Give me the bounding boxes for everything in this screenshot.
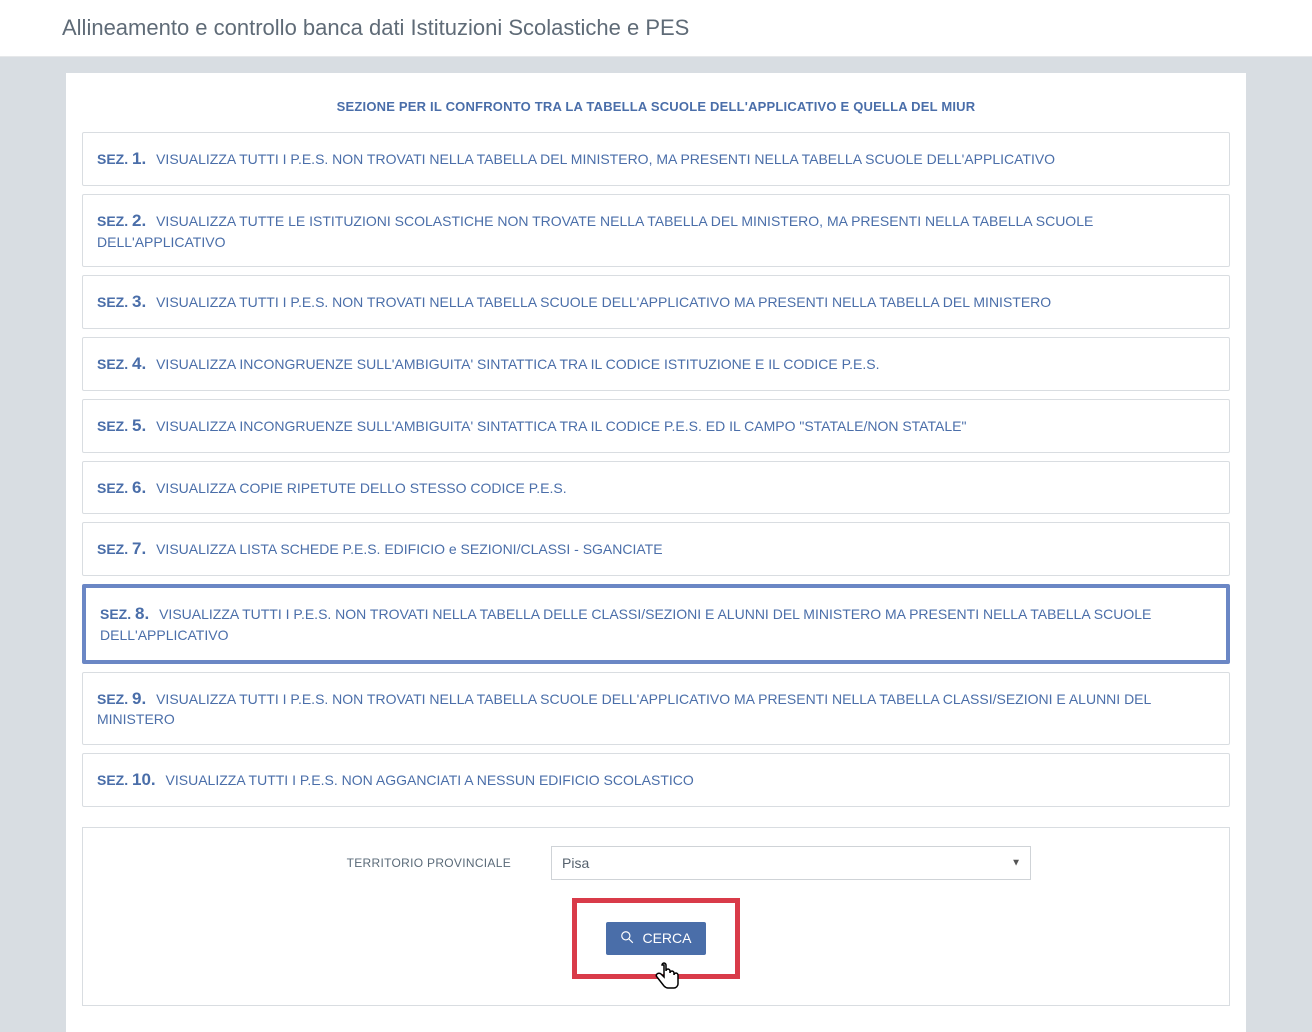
section-prefix: SEZ. 8. [100,606,149,622]
section-number: 9. [132,689,146,708]
section-prefix: SEZ. 6. [97,480,146,496]
search-button-label: CERCA [642,930,691,946]
section-description: VISUALIZZA TUTTI I P.E.S. NON AGGANCIATI… [162,772,694,788]
section-description: VISUALIZZA COPIE RIPETUTE DELLO STESSO C… [152,480,566,496]
section-number: 3. [132,292,146,311]
section-number: 6. [132,478,146,497]
section-prefix-text: SEZ. [97,418,132,434]
section-item-3[interactable]: SEZ. 3. VISUALIZZA TUTTI I P.E.S. NON TR… [82,275,1230,329]
section-item-7[interactable]: SEZ. 7. VISUALIZZA LISTA SCHEDE P.E.S. E… [82,522,1230,576]
section-prefix: SEZ. 10. [97,772,156,788]
province-select[interactable]: Pisa [551,846,1031,880]
section-number: 1. [132,149,146,168]
section-description: VISUALIZZA LISTA SCHEDE P.E.S. EDIFICIO … [152,541,662,557]
section-prefix-text: SEZ. [97,691,132,707]
section-item-8[interactable]: SEZ. 8. VISUALIZZA TUTTI I P.E.S. NON TR… [82,584,1230,663]
section-description: VISUALIZZA TUTTE LE ISTITUZIONI SCOLASTI… [97,213,1093,250]
section-item-5[interactable]: SEZ. 5. VISUALIZZA INCONGRUENZE SULL'AMB… [82,399,1230,453]
section-number: 5. [132,416,146,435]
province-select-wrap: Pisa ▼ [551,846,1031,880]
section-description: VISUALIZZA TUTTI I P.E.S. NON TROVATI NE… [97,691,1151,728]
section-item-10[interactable]: SEZ. 10. VISUALIZZA TUTTI I P.E.S. NON A… [82,753,1230,807]
section-number: 7. [132,539,146,558]
section-item-2[interactable]: SEZ. 2. VISUALIZZA TUTTE LE ISTITUZIONI … [82,194,1230,267]
section-prefix-text: SEZ. [97,294,132,310]
section-description: VISUALIZZA INCONGRUENZE SULL'AMBIGUITA' … [152,356,879,372]
search-button[interactable]: CERCA [606,922,705,955]
search-button-wrap: CERCA [103,898,1209,979]
section-item-1[interactable]: SEZ. 1. VISUALIZZA TUTTI I P.E.S. NON TR… [82,132,1230,186]
section-item-6[interactable]: SEZ. 6. VISUALIZZA COPIE RIPETUTE DELLO … [82,461,1230,515]
section-prefix: SEZ. 5. [97,418,146,434]
section-prefix: SEZ. 3. [97,294,146,310]
section-number: 4. [132,354,146,373]
section-prefix-text: SEZ. [97,772,132,788]
section-prefix-text: SEZ. [97,151,132,167]
section-prefix-text: SEZ. [97,541,132,557]
filter-panel: TERRITORIO PROVINCIALE Pisa ▼ CERCA [82,827,1230,1006]
section-prefix-text: SEZ. [97,213,132,229]
page-title: Allineamento e controllo banca dati Isti… [0,0,1312,57]
section-description: VISUALIZZA TUTTI I P.E.S. NON TROVATI NE… [152,294,1051,310]
filter-row: TERRITORIO PROVINCIALE Pisa ▼ [103,846,1209,880]
section-prefix-text: SEZ. [97,356,132,372]
main-card: SEZIONE PER IL CONFRONTO TRA LA TABELLA … [66,73,1246,1032]
section-prefix: SEZ. 1. [97,151,146,167]
search-highlight-box: CERCA [572,898,739,979]
section-number: 10. [132,770,156,789]
section-item-4[interactable]: SEZ. 4. VISUALIZZA INCONGRUENZE SULL'AMB… [82,337,1230,391]
section-item-9[interactable]: SEZ. 9. VISUALIZZA TUTTI I P.E.S. NON TR… [82,672,1230,745]
section-prefix-text: SEZ. [97,480,132,496]
section-description: VISUALIZZA TUTTI I P.E.S. NON TROVATI NE… [152,151,1055,167]
section-prefix: SEZ. 4. [97,356,146,372]
section-description: VISUALIZZA TUTTI I P.E.S. NON TROVATI NE… [100,606,1151,643]
section-heading: SEZIONE PER IL CONFRONTO TRA LA TABELLA … [82,99,1230,114]
section-prefix-text: SEZ. [100,606,135,622]
page-title-text: Allineamento e controllo banca dati Isti… [62,15,689,40]
filter-label: TERRITORIO PROVINCIALE [281,856,511,870]
section-list: SEZ. 1. VISUALIZZA TUTTI I P.E.S. NON TR… [82,132,1230,807]
section-prefix: SEZ. 9. [97,691,146,707]
section-description: VISUALIZZA INCONGRUENZE SULL'AMBIGUITA' … [152,418,966,434]
section-prefix: SEZ. 7. [97,541,146,557]
section-number: 2. [132,211,146,230]
section-prefix: SEZ. 2. [97,213,146,229]
search-icon [620,930,634,947]
section-number: 8. [135,604,149,623]
